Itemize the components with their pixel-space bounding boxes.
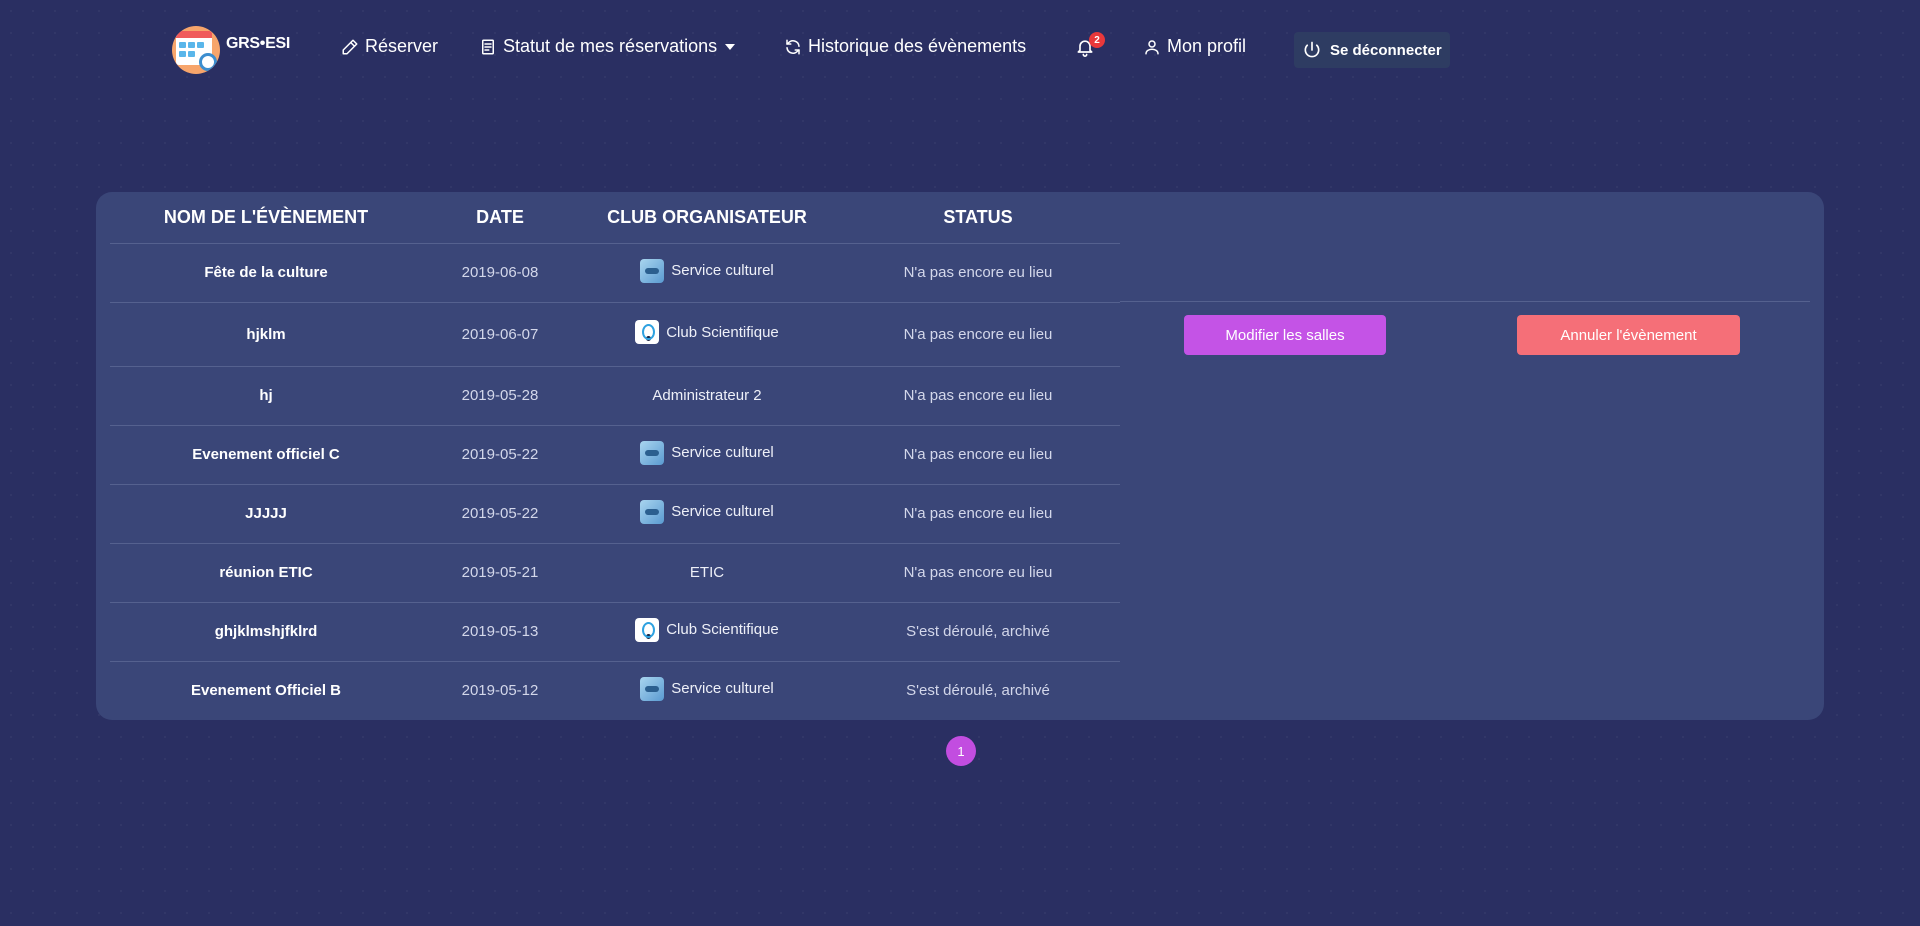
table-header-row: NOM DE L'ÉVÈNEMENT DATE CLUB ORGANISATEU… [110,192,1120,244]
club-name: Club Scientifique [666,621,779,638]
event-status: N'a pas encore eu lieu [836,243,1120,303]
notification-count-badge: 2 [1089,32,1105,48]
column-header-status: STATUS [836,192,1120,244]
event-status: N'a pas encore eu lieu [836,484,1120,544]
column-header-club: CLUB ORGANISATEUR [578,192,836,244]
pencil-icon [342,39,358,54]
event-club: Service culturel [578,661,836,720]
club-name: ETIC [689,564,725,581]
logout-button[interactable]: Se déconnecter [1294,32,1450,68]
logout-label: Se déconnecter [1330,41,1442,59]
event-name: Evenement Officiel B [190,682,342,700]
power-icon [1304,41,1320,58]
nav-event-history[interactable]: Historique des évènements [784,36,1026,57]
club-name: Service culturel [671,444,774,461]
nav-reservation-status-dropdown[interactable]: Statut de mes réservations [479,36,736,57]
culture-club-icon [640,440,665,465]
event-club: Administrateur 2 [578,366,836,426]
table-row: hj 2019-05-28 Administrateur 2 N'a pas e… [110,366,1120,426]
refresh-icon [786,39,800,54]
navbar: GRS•ESI Réserver Statut de mes réservati… [0,0,1920,100]
science-club-icon [635,320,660,344]
nav-status-label: Statut de mes réservations [503,36,718,56]
chevron-down-icon [725,43,736,50]
culture-club-icon [640,676,665,701]
column-header-event-name: NOM DE L'ÉVÈNEMENT [110,192,422,244]
club-name: Service culturel [671,262,774,279]
culture-club-icon [640,499,665,524]
event-club: Service culturel [578,484,836,544]
pagination-page-1[interactable]: 1 [946,736,976,766]
event-name: Evenement officiel C [110,425,422,485]
table-row: Fête de la culture 2019-06-08 Service cu… [110,243,1120,303]
club-name: Club Scientifique [666,323,779,341]
table-row: Evenement Officiel B 2019-05-12 Service … [110,661,1120,720]
club-name: Service culturel [671,503,774,520]
event-club: ETIC [578,543,836,603]
cancel-event-button[interactable]: Annuler l'évènement [1517,315,1740,355]
event-name: Fête de la culture [110,243,422,303]
event-club: Club Scientifique [578,302,836,367]
modify-rooms-button[interactable]: Modifier les salles [1184,315,1386,355]
nav-profile-label: Mon profil [1167,36,1247,56]
calendar-logo-icon [172,26,220,74]
event-date: 2019-05-22 [422,484,578,544]
document-icon [482,39,494,54]
science-club-icon [635,617,660,642]
table-row: JJJJJ 2019-05-22 Service culturel N'a pa… [110,484,1120,544]
event-name: JJJJJ [110,484,422,544]
event-date: 2019-06-08 [422,243,578,303]
event-date: 2019-05-22 [422,425,578,485]
action-row-divider [1120,301,1810,302]
event-status: N'a pas encore eu lieu [836,302,1120,367]
event-date: 2019-05-13 [422,602,578,662]
brand-name: GRS•ESI [226,35,290,52]
events-panel: NOM DE L'ÉVÈNEMENT DATE CLUB ORGANISATEU… [96,192,1824,720]
nav-history-label: Historique des évènements [808,36,1027,56]
nav-profile[interactable]: Mon profil [1143,36,1246,57]
club-name: Administrateur 2 [652,387,762,404]
event-name: réunion ETIC [110,543,422,603]
event-date: 2019-05-21 [422,543,578,603]
club-name: Service culturel [671,680,774,698]
event-name: ghjklmshjfklrd [110,602,422,662]
event-status: S'est déroulé, archivé [836,602,1120,662]
event-status: S'est déroulé, archivé [906,682,1050,700]
event-status: N'a pas encore eu lieu [836,425,1120,485]
event-date: 2019-05-12 [461,682,539,700]
nav-reserve-label: Réserver [365,36,439,56]
event-name: hjklm [110,302,422,367]
event-club: Service culturel [578,425,836,485]
column-header-date: DATE [422,192,578,244]
event-status: N'a pas encore eu lieu [836,543,1120,603]
table-row: hjklm 2019-06-07 Club Scientifique N'a p… [110,302,1120,367]
event-club: Service culturel [578,243,836,303]
event-date: 2019-05-28 [422,366,578,426]
table-row: ghjklmshjfklrd 2019-05-13 Club Scientifi… [110,602,1120,662]
event-date: 2019-06-07 [422,302,578,367]
event-status: N'a pas encore eu lieu [836,366,1120,426]
event-name: hj [110,366,422,426]
notifications-button[interactable]: 2 [1075,32,1105,64]
event-club: Club Scientifique [578,602,836,662]
brand-link[interactable]: GRS•ESI [172,25,290,75]
table-row: réunion ETIC 2019-05-21 ETIC N'a pas enc… [110,543,1120,603]
nav-reserve[interactable]: Réserver [341,36,438,57]
events-table: NOM DE L'ÉVÈNEMENT DATE CLUB ORGANISATEU… [110,192,1120,720]
user-icon [1145,39,1159,54]
table-row: Evenement officiel C 2019-05-22 Service … [110,425,1120,485]
culture-club-icon [640,258,665,283]
